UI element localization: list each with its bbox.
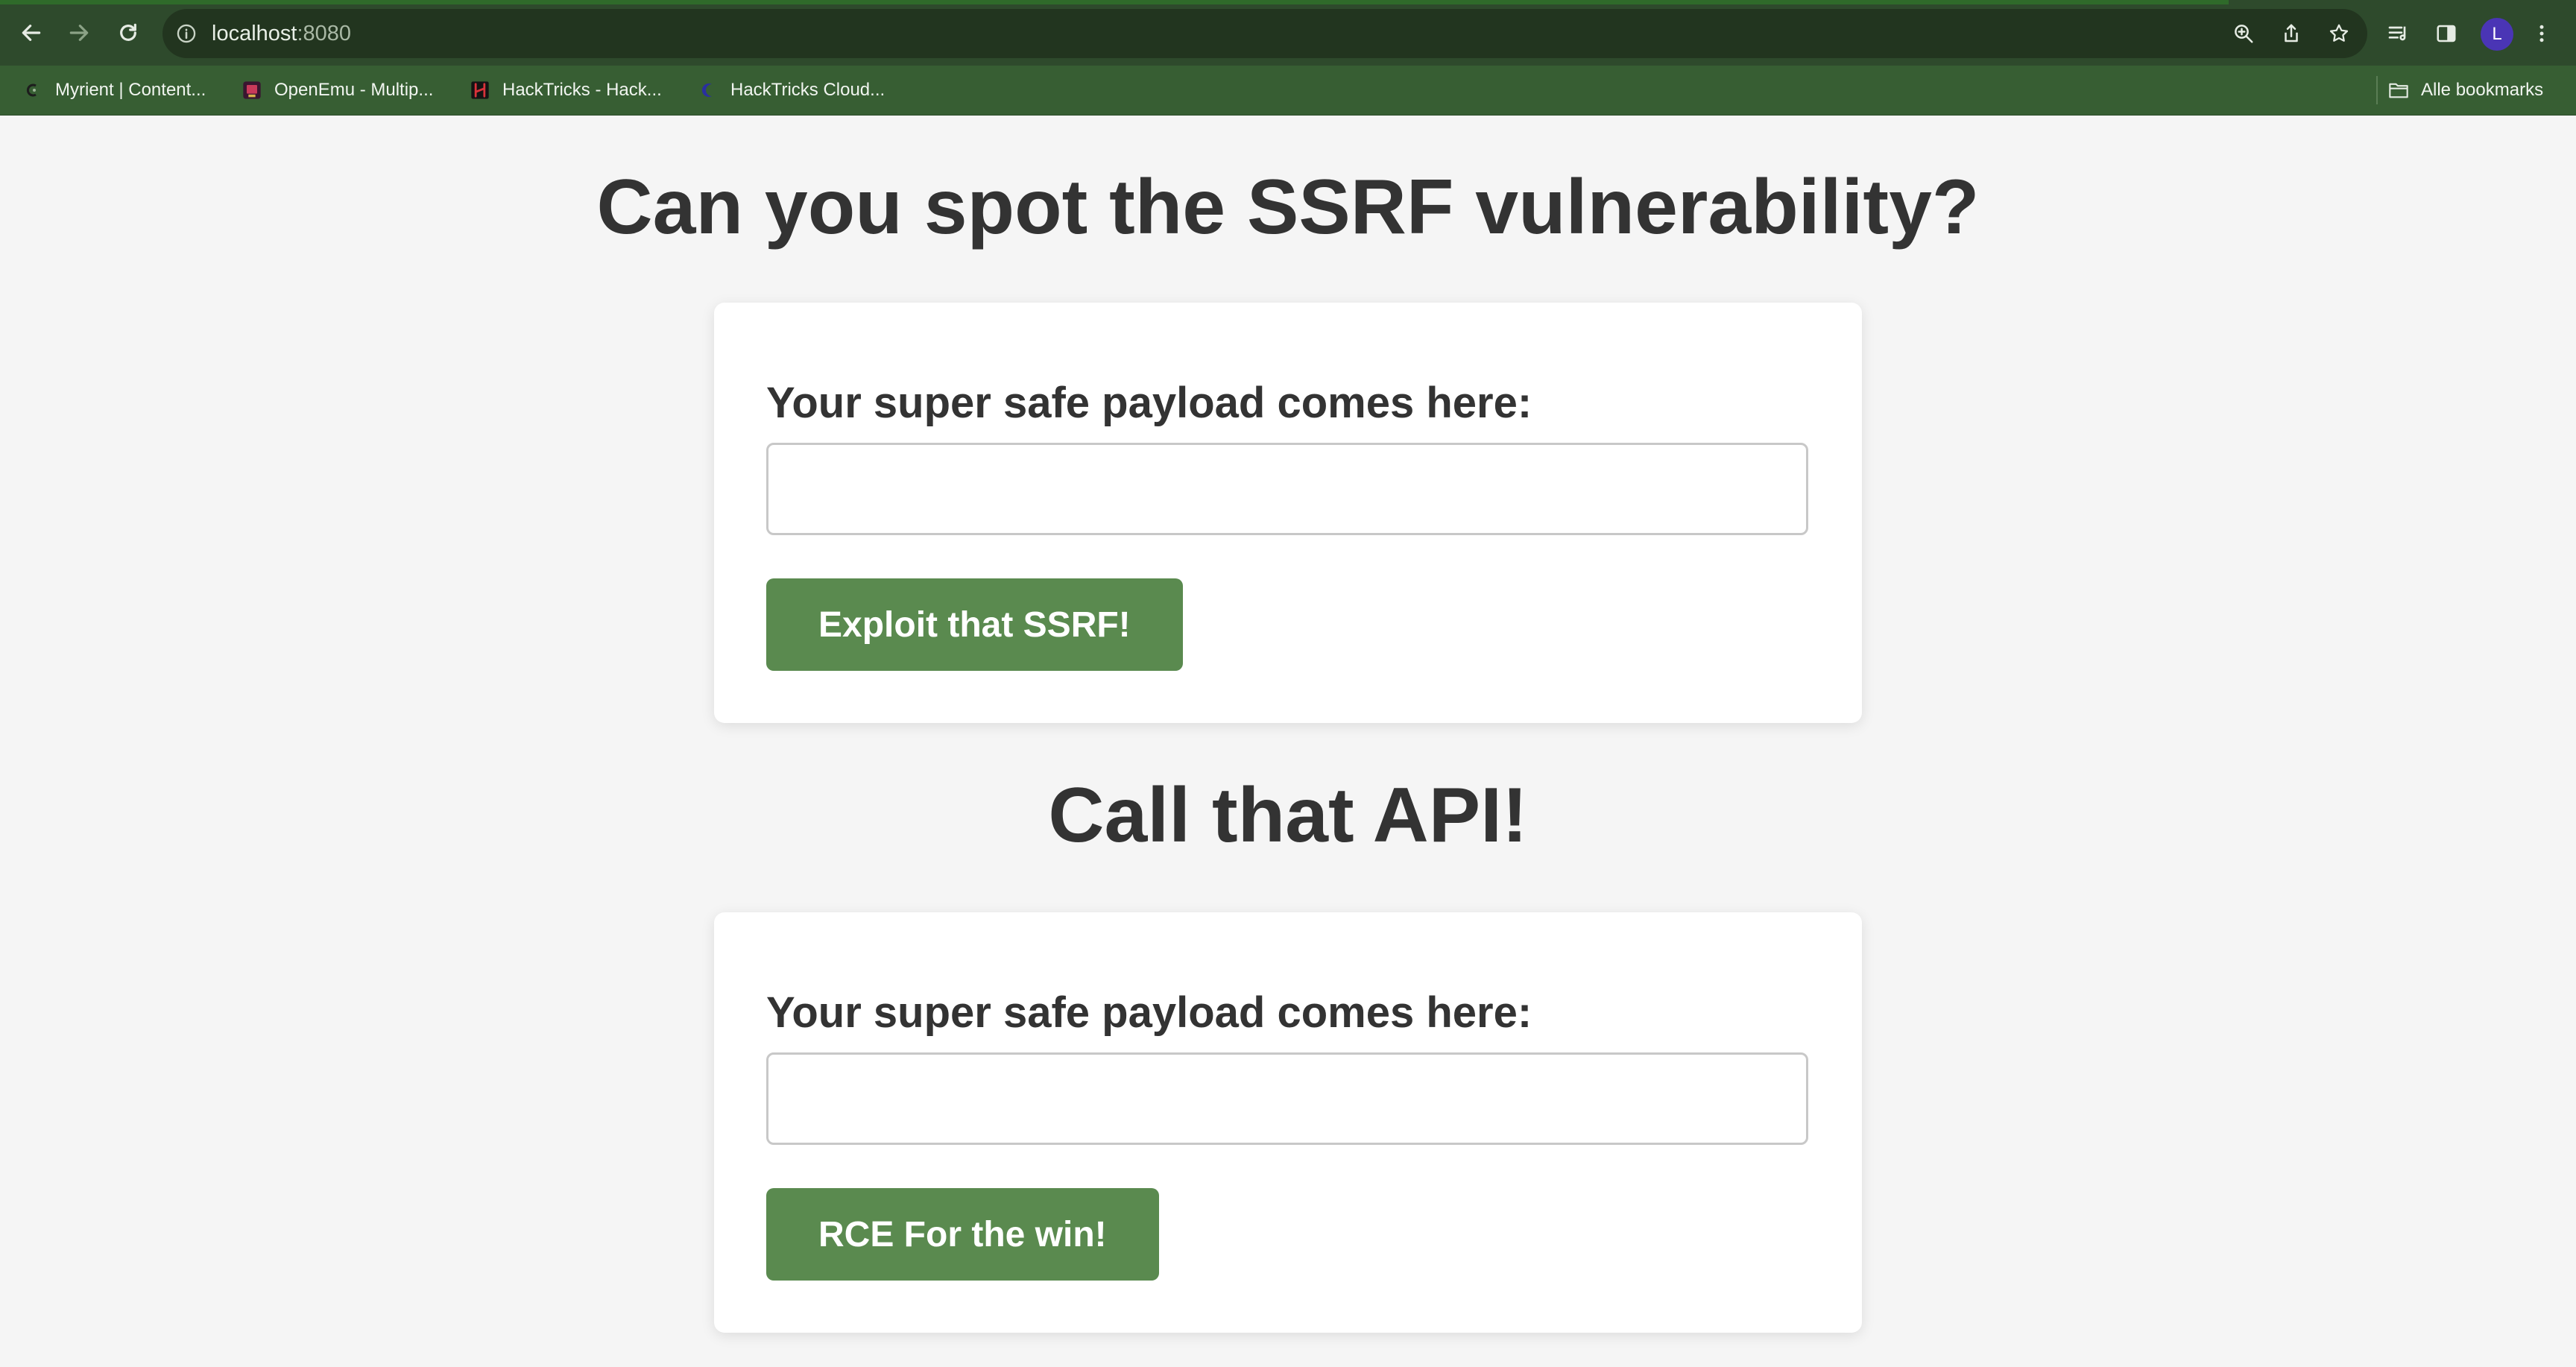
reading-list-icon[interactable] xyxy=(2384,19,2414,48)
address-url[interactable]: localhost:8080 xyxy=(212,18,351,49)
ssrf-payload-input[interactable] xyxy=(766,443,1808,535)
forward-button[interactable] xyxy=(63,16,95,49)
address-bar[interactable] xyxy=(162,9,2367,58)
all-bookmarks-button[interactable]: Alle bookmarks xyxy=(2388,66,2543,115)
ssrf-form: Your super safe payload comes here: Expl… xyxy=(714,303,1862,723)
bookmarks-separator xyxy=(2376,76,2378,104)
payload-label: Your super safe payload comes here: xyxy=(766,988,1532,1037)
kebab-menu-icon[interactable] xyxy=(2527,19,2557,48)
back-button[interactable] xyxy=(15,16,48,49)
exploit-ssrf-button[interactable]: Exploit that SSRF! xyxy=(766,578,1183,671)
url-port: :8080 xyxy=(297,22,352,45)
section-title: Call that API! xyxy=(1048,772,1528,859)
loading-bar xyxy=(0,0,2229,4)
hacktricks-favicon xyxy=(470,80,490,101)
bookmark-hacktricks-cloud[interactable]: HackTricks Cloud... xyxy=(698,66,885,115)
bookmark-hacktricks[interactable]: HackTricks - Hack... xyxy=(470,66,662,115)
bookmark-label: HackTricks - Hack... xyxy=(502,80,662,100)
openemu-favicon xyxy=(242,80,262,101)
bookmarks-bar: Myrient | Content... OpenEmu - Multip...… xyxy=(0,66,2576,116)
bookmark-label: OpenEmu - Multip... xyxy=(274,80,434,100)
api-payload-input[interactable] xyxy=(766,1052,1808,1145)
rce-button[interactable]: RCE For the win! xyxy=(766,1188,1159,1281)
reload-button[interactable] xyxy=(112,16,145,49)
bookmark-myrient[interactable]: Myrient | Content... xyxy=(22,66,206,115)
browser-toolbar: localhost:8080 L xyxy=(0,0,2576,66)
reload-icon xyxy=(120,23,136,41)
bookmark-label: Myrient | Content... xyxy=(55,80,206,100)
bookmark-label: HackTricks Cloud... xyxy=(730,80,886,100)
hacktricks-cloud-favicon xyxy=(698,80,719,101)
page-title: Can you spot the SSRF vulnerability? xyxy=(596,164,1980,250)
side-panel-icon[interactable] xyxy=(2431,19,2461,48)
folder-icon xyxy=(2388,80,2409,101)
myrient-favicon xyxy=(22,80,43,101)
bookmark-openemu[interactable]: OpenEmu - Multip... xyxy=(242,66,433,115)
profile-avatar[interactable]: L xyxy=(2481,18,2513,51)
arrow-right-icon xyxy=(69,25,89,41)
arrow-left-icon xyxy=(22,25,41,41)
url-host: localhost xyxy=(212,22,297,45)
zoom-icon[interactable] xyxy=(2229,19,2258,48)
info-icon[interactable] xyxy=(176,23,197,44)
bookmark-star-icon[interactable] xyxy=(2324,19,2354,48)
payload-label: Your super safe payload comes here: xyxy=(766,379,1532,427)
share-icon[interactable] xyxy=(2276,19,2306,48)
all-bookmarks-label: Alle bookmarks xyxy=(2421,80,2544,100)
api-form: Your super safe payload comes here: RCE … xyxy=(714,912,1862,1333)
